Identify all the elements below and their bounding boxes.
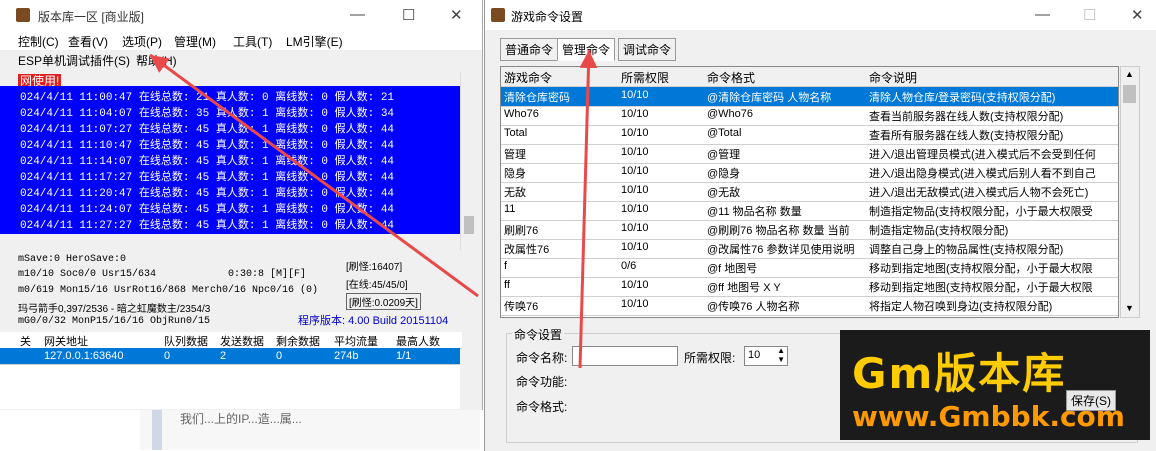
annotation-arrows <box>149 49 598 369</box>
arrow-to-admin-tab <box>578 49 598 369</box>
arrow-to-options-menu <box>149 53 479 298</box>
